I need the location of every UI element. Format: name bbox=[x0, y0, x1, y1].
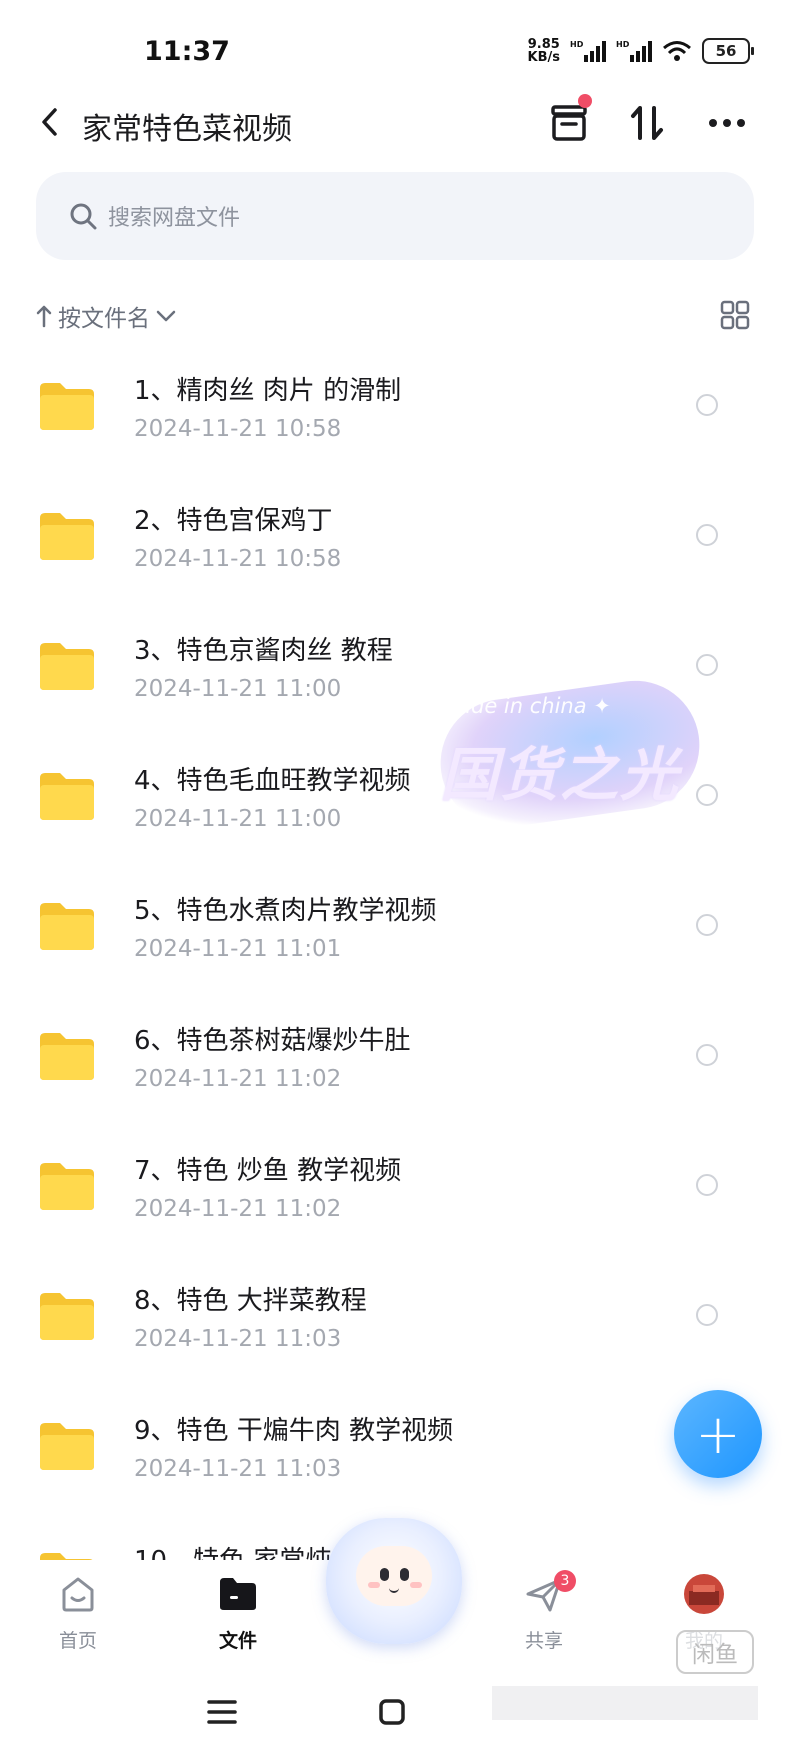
status-time: 11:37 bbox=[144, 36, 230, 67]
file-row[interactable]: 6、特色茶树菇爆炒牛肚 2024-11-21 11:02 bbox=[0, 990, 790, 1120]
blurred-region bbox=[492, 1686, 758, 1720]
file-name: 7、特色 炒鱼 教学视频 bbox=[134, 1156, 402, 1186]
more-button[interactable] bbox=[704, 100, 750, 146]
signal-icon: HD bbox=[570, 40, 606, 62]
search-icon bbox=[68, 201, 98, 231]
file-row[interactable]: 2、特色宫保鸡丁 2024-11-21 10:58 bbox=[0, 470, 790, 600]
sort-order-button[interactable] bbox=[624, 100, 670, 146]
assistant-mascot-button[interactable] bbox=[326, 1518, 462, 1644]
square-icon bbox=[379, 1699, 405, 1725]
file-row[interactable]: 5、特色水煮肉片教学视频 2024-11-21 11:01 bbox=[0, 860, 790, 990]
folder-icon bbox=[40, 773, 94, 820]
plus-icon: + bbox=[695, 1402, 741, 1466]
select-radio[interactable] bbox=[696, 914, 718, 936]
select-radio[interactable] bbox=[696, 1044, 718, 1066]
grid-view-toggle[interactable] bbox=[720, 300, 750, 330]
file-row[interactable]: 8、特色 大拌菜教程 2024-11-21 11:03 bbox=[0, 1250, 790, 1380]
file-date: 2024-11-21 11:02 bbox=[134, 1196, 342, 1222]
archive-box-icon bbox=[551, 105, 587, 141]
file-row[interactable]: 4、特色毛血旺教学视频 2024-11-21 11:00 bbox=[0, 730, 790, 860]
menu-button[interactable] bbox=[202, 1692, 242, 1732]
select-radio[interactable] bbox=[696, 524, 718, 546]
corner-watermark: 闲鱼 bbox=[676, 1630, 754, 1674]
file-date: 2024-11-21 11:00 bbox=[134, 676, 342, 702]
add-button[interactable]: + bbox=[674, 1390, 762, 1478]
sort-arrows-icon bbox=[631, 106, 663, 140]
file-name: 8、特色 大拌菜教程 bbox=[134, 1286, 367, 1316]
transfer-list-button[interactable] bbox=[546, 94, 592, 146]
page-title: 家常特色菜视频 bbox=[82, 112, 292, 147]
network-speed: 9.85 KB/s bbox=[528, 38, 560, 64]
search-input[interactable]: 搜索网盘文件 bbox=[36, 172, 754, 260]
chevron-down-icon bbox=[156, 310, 176, 322]
folder-icon bbox=[40, 1163, 94, 1210]
svg-text:HD: HD bbox=[570, 40, 584, 49]
search-placeholder: 搜索网盘文件 bbox=[108, 206, 241, 231]
folder-filled-icon bbox=[216, 1572, 260, 1616]
folder-icon bbox=[40, 1293, 94, 1340]
select-radio[interactable] bbox=[696, 1174, 718, 1196]
nav-home-label: 首页 bbox=[58, 1630, 97, 1652]
select-radio[interactable] bbox=[696, 654, 718, 676]
file-name: 10、特色 家常炖 bbox=[134, 1540, 331, 1560]
file-name: 1、精肉丝 肉片 的滑制 bbox=[134, 376, 402, 406]
battery-level: 56 bbox=[715, 42, 737, 60]
file-list: 1、精肉丝 肉片 的滑制 2024-11-21 10:58 2、特色宫保鸡丁 2… bbox=[0, 340, 790, 1560]
svg-text:HD: HD bbox=[616, 40, 630, 49]
file-row[interactable]: 7、特色 炒鱼 教学视频 2024-11-21 11:02 bbox=[0, 1120, 790, 1250]
share-badge: 3 bbox=[554, 1570, 576, 1592]
notification-dot bbox=[578, 94, 592, 108]
file-row[interactable]: 3、特色京酱肉丝 教程 2024-11-21 11:00 bbox=[0, 600, 790, 730]
sort-label: 按文件名 bbox=[58, 306, 150, 332]
nav-share[interactable]: 3 共享 bbox=[494, 1570, 594, 1653]
nav-home[interactable]: 首页 bbox=[28, 1572, 128, 1653]
status-icons: 9.85 KB/s HD HD 56 bbox=[528, 38, 754, 64]
folder-icon bbox=[40, 643, 94, 690]
file-date: 2024-11-21 11:00 bbox=[134, 806, 342, 832]
file-date: 2024-11-21 11:03 bbox=[134, 1326, 342, 1352]
file-name: 2、特色宫保鸡丁 bbox=[134, 506, 333, 536]
avatar bbox=[682, 1572, 726, 1616]
file-name: 3、特色京酱肉丝 教程 bbox=[134, 636, 393, 666]
select-radio[interactable] bbox=[696, 784, 718, 806]
folder-icon bbox=[40, 903, 94, 950]
file-date: 2024-11-21 11:02 bbox=[134, 1066, 342, 1092]
wifi-icon bbox=[663, 41, 691, 61]
battery-icon: 56 bbox=[702, 38, 754, 64]
chevron-left-icon bbox=[42, 108, 57, 136]
folder-icon bbox=[40, 1033, 94, 1080]
nav-files-label: 文件 bbox=[218, 1630, 257, 1652]
file-date: 2024-11-21 11:01 bbox=[134, 936, 342, 962]
network-speed-unit: KB/s bbox=[527, 50, 560, 65]
back-button[interactable] bbox=[30, 102, 70, 142]
home-system-button[interactable] bbox=[372, 1692, 412, 1732]
file-name: 5、特色水煮肉片教学视频 bbox=[134, 896, 437, 926]
arrow-up-icon bbox=[36, 305, 52, 328]
grid-icon bbox=[720, 300, 750, 330]
mascot-face bbox=[356, 1546, 432, 1606]
sort-selector[interactable]: 按文件名 bbox=[36, 296, 176, 336]
file-date: 2024-11-21 10:58 bbox=[134, 416, 342, 442]
select-radio[interactable] bbox=[696, 394, 718, 416]
file-name: 4、特色毛血旺教学视频 bbox=[134, 766, 411, 796]
file-row[interactable]: 9、特色 干煸牛肉 教学视频 2024-11-21 11:03 bbox=[0, 1380, 790, 1510]
file-row[interactable]: 1、精肉丝 肉片 的滑制 2024-11-21 10:58 bbox=[0, 340, 790, 470]
file-name: 9、特色 干煸牛肉 教学视频 bbox=[134, 1416, 454, 1446]
select-radio[interactable] bbox=[696, 1304, 718, 1326]
file-name: 6、特色茶树菇爆炒牛肚 bbox=[134, 1026, 411, 1056]
folder-icon bbox=[40, 1423, 94, 1470]
file-date: 2024-11-21 10:58 bbox=[134, 546, 342, 572]
home-icon bbox=[56, 1572, 100, 1616]
folder-icon bbox=[40, 513, 94, 560]
status-bar: 11:37 9.85 KB/s HD HD 56 bbox=[0, 0, 790, 90]
folder-icon bbox=[40, 1553, 93, 1560]
nav-files[interactable]: 文件 bbox=[188, 1572, 288, 1653]
file-date: 2024-11-21 11:03 bbox=[134, 1456, 342, 1482]
nav-share-label: 共享 bbox=[524, 1630, 563, 1652]
more-dots-icon bbox=[709, 119, 745, 127]
menu-icon bbox=[207, 1700, 237, 1724]
folder-icon bbox=[40, 383, 94, 430]
signal-icon-2: HD bbox=[616, 40, 652, 62]
